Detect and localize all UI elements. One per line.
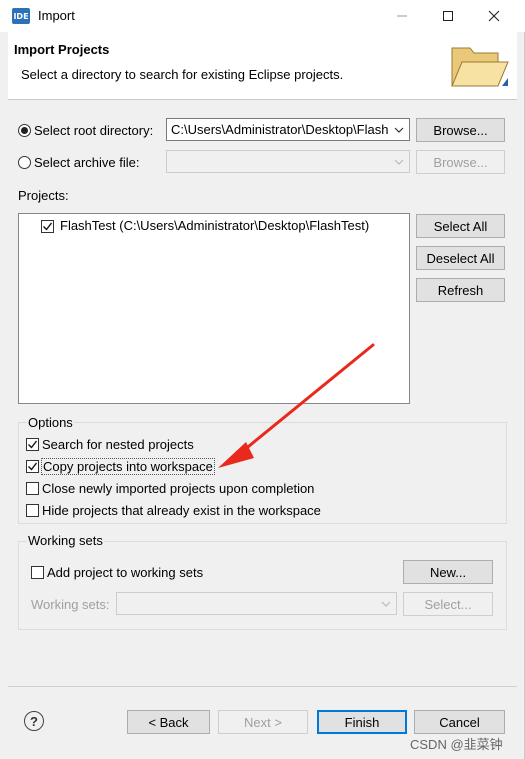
annotation-arrow-icon xyxy=(218,343,375,468)
import-dialog: IDE Import Import Projects Select a dire… xyxy=(0,0,525,759)
